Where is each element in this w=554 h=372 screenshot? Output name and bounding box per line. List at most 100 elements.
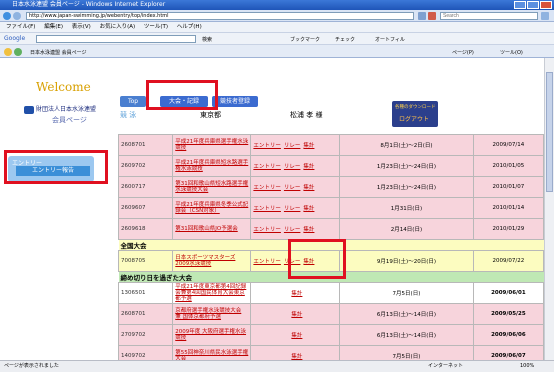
table-row: 1306501 平成21年度東京都第4回記録会兼第4回国民体育大会東京都予選 集計 7… [117, 282, 544, 304]
google-bookmark-button[interactable]: ブックマーク [290, 36, 320, 43]
table-row: 2609607 平成21年度兵庫県冬季公式記録会（CSN対象） エントリー リレー 集計… [117, 197, 544, 219]
link-relay[interactable]: リレー [284, 143, 301, 149]
add-favorite-icon[interactable] [14, 48, 22, 56]
link-summary[interactable]: 集計 [303, 185, 314, 191]
user-name: 松浦 孝 様 [290, 111, 323, 119]
link-summary[interactable]: 集計 [291, 312, 302, 318]
entry-deadline: 2009/05/25 [472, 303, 544, 325]
member-page-title: 会員ページ [52, 116, 87, 124]
search-icon[interactable] [541, 12, 549, 20]
page-menu[interactable]: ページ(P) [452, 49, 474, 56]
forward-icon[interactable] [13, 12, 21, 20]
action-links: エントリー リレー 集計 [250, 134, 341, 156]
org-logo: 財団法人日本水泳連盟 [24, 104, 96, 114]
competition-name-link[interactable]: 第55回神奈川県民水泳選手権大会 [172, 345, 252, 360]
back-icon[interactable] [3, 12, 11, 20]
competition-date: 7月5日(日) [339, 345, 474, 360]
link-relay[interactable]: リレー [284, 206, 301, 212]
competition-name-link[interactable]: 京都府選手権水泳競技大会 兼 国体京都府予選 [172, 303, 252, 325]
competition-code: 1409702 [117, 345, 174, 360]
menu-view[interactable]: 表示(V) [72, 24, 91, 30]
competition-name-link[interactable]: 平成21年度東京都第4回記録会兼第4回国民体育大会東京都予選 [172, 282, 252, 304]
link-summary[interactable]: 集計 [303, 143, 314, 149]
competition-name-link[interactable]: 平成21年度兵庫県冬季公式記録会（CSN対象） [172, 197, 252, 219]
competition-name-link[interactable]: 第31回和歌山県短水路選手権水泳競技大会 [172, 176, 252, 198]
competition-name-link[interactable]: 日本スポーツマスターズ2009水泳競技 [172, 250, 252, 272]
competition-date: 1月31日(日) [339, 197, 474, 219]
window-title: 日本水泳連盟 会員ページ - Windows Internet Explorer [12, 1, 166, 8]
action-links: 集計 [250, 345, 341, 360]
google-check-button[interactable]: チェック [335, 36, 355, 43]
refresh-icon[interactable] [418, 12, 426, 20]
menu-bar: ファイル(F) 編集(E) 表示(V) お気に入り(A) ツール(T) ヘルプ(… [0, 22, 554, 32]
minimize-button[interactable] [514, 1, 526, 9]
competition-date: 8月1日(土)〜2日(日) [339, 134, 474, 156]
zone-label: インターネット [428, 363, 464, 369]
menu-edit[interactable]: 編集(E) [44, 24, 63, 30]
tab-bar: 日本水泳連盟 会員ページ ページ(P) ツール(O) [0, 44, 554, 58]
link-entry[interactable]: エントリー [253, 227, 281, 233]
highlight-nav-competition [146, 80, 218, 110]
nav-top-button[interactable]: Top [120, 96, 146, 107]
link-summary[interactable]: 集計 [303, 206, 314, 212]
link-entry[interactable]: エントリー [253, 185, 281, 191]
google-autofill-button[interactable]: オートフィル [375, 36, 405, 43]
google-search-button[interactable]: 検索 [202, 36, 212, 43]
competition-name-link[interactable]: 平成21年度兵庫県選手権水泳競技 [172, 134, 252, 156]
entry-deadline: 2009/07/22 [472, 250, 544, 272]
link-entry[interactable]: エントリー [253, 164, 281, 170]
welcome-heading: Welcome [36, 80, 91, 94]
link-summary[interactable]: 集計 [291, 291, 302, 297]
competition-date: 2月14日(日) [339, 218, 474, 240]
link-entry[interactable]: エントリー [253, 143, 281, 149]
google-logo: Google [4, 35, 26, 42]
zoom-level[interactable]: 100% [520, 361, 534, 372]
nav-register-button[interactable]: 競技者登録 [212, 96, 258, 107]
link-relay[interactable]: リレー [284, 185, 301, 191]
competition-date: 6月13日(土)〜14日(日) [339, 303, 474, 325]
action-links: 集計 [250, 303, 341, 325]
competition-name-link[interactable]: 2009年度 大阪府選手権水泳競技 [172, 324, 252, 346]
link-relay[interactable]: リレー [284, 164, 301, 170]
link-entry[interactable]: エントリー [253, 206, 281, 212]
menu-file[interactable]: ファイル(F) [6, 24, 35, 30]
menu-favorites[interactable]: お気に入り(A) [100, 24, 136, 30]
google-toolbar: Google 検索 ブックマーク チェック オートフィル [0, 32, 554, 44]
table-row: 2609702 平成21年度兵庫県短水路選手権水泳競技 エントリー リレー 集計 1月23… [117, 155, 544, 177]
entry-deadline: 2010/01/29 [472, 218, 544, 240]
table-row: 2600717 第31回和歌山県短水路選手権水泳競技大会 エントリー リレー 集計 1月2… [117, 176, 544, 198]
google-search-field[interactable] [36, 35, 196, 43]
scroll-thumb[interactable] [546, 72, 553, 192]
download-link[interactable]: 各種のダウンロード [395, 104, 436, 110]
link-summary[interactable]: 集計 [291, 333, 302, 339]
tools-menu[interactable]: ツール(O) [500, 49, 523, 56]
action-links: エントリー リレー 集計 [250, 218, 341, 240]
maximize-button[interactable] [527, 1, 539, 9]
link-entry[interactable]: エントリー [253, 259, 281, 265]
tab-current-page[interactable]: 日本水泳連盟 会員ページ [30, 49, 87, 56]
url-field[interactable]: http://www.japan-swimming.jp/webentry/to… [26, 12, 414, 20]
competition-date: 7月5日(日) [339, 282, 474, 304]
competition-name-link[interactable]: 第31回和歌山県JO予選会 [172, 218, 252, 240]
menu-tools[interactable]: ツール(T) [144, 24, 168, 30]
action-links: エントリー リレー 集計 [250, 176, 341, 198]
page-content: Welcome 財団法人日本水泳連盟 会員ページ Top 大会・記録 競技者登録… [0, 58, 544, 360]
link-summary[interactable]: 集計 [303, 164, 314, 170]
competition-code: 1306501 [117, 282, 174, 304]
link-summary[interactable]: 集計 [303, 227, 314, 233]
stop-icon[interactable] [428, 12, 436, 20]
close-button[interactable] [540, 1, 552, 9]
competition-code: 2609607 [117, 197, 174, 219]
search-input[interactable] [440, 12, 538, 20]
window-title-bar: 日本水泳連盟 会員ページ - Windows Internet Explorer [0, 0, 554, 10]
account-box: 各種のダウンロード ログアウト [392, 101, 438, 127]
menu-help[interactable]: ヘルプ(H) [177, 24, 202, 30]
vertical-scrollbar[interactable] [544, 58, 554, 360]
link-relay[interactable]: リレー [284, 227, 301, 233]
logout-link[interactable]: ログアウト [399, 114, 429, 123]
favorites-star-icon[interactable] [4, 48, 12, 56]
action-links: エントリー リレー 集計 [250, 197, 341, 219]
section-label: 競 泳 [120, 111, 137, 119]
competition-name-link[interactable]: 平成21年度兵庫県短水路選手権水泳競技 [172, 155, 252, 177]
highlight-entry-report [4, 150, 108, 184]
